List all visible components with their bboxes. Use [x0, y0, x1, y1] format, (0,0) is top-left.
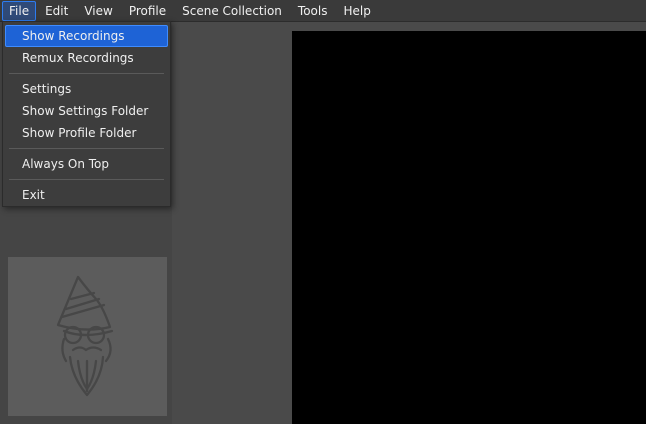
menu-help[interactable]: Help: [336, 1, 377, 21]
menu-scene-collection[interactable]: Scene Collection: [175, 1, 289, 21]
remux-recordings-menu-item[interactable]: Remux Recordings: [5, 47, 168, 69]
exit-menu-item[interactable]: Exit: [5, 184, 168, 206]
menu-edit[interactable]: Edit: [38, 1, 75, 21]
menu-view[interactable]: View: [77, 1, 119, 21]
file-dropdown-menu: Show Recordings Remux Recordings Setting…: [2, 21, 171, 207]
settings-menu-item[interactable]: Settings: [5, 78, 168, 100]
show-settings-folder-menu-item[interactable]: Show Settings Folder: [5, 100, 168, 122]
menu-bar: File Edit View Profile Scene Collection …: [0, 0, 646, 22]
obs-main-window: File Edit View Profile Scene Collection …: [0, 0, 646, 424]
menu-file[interactable]: File: [2, 0, 37, 21]
menu-profile[interactable]: Profile: [122, 1, 173, 21]
menu-tools[interactable]: Tools: [291, 1, 335, 21]
menu-separator: [9, 179, 164, 180]
menu-separator: [9, 73, 164, 74]
show-profile-folder-menu-item[interactable]: Show Profile Folder: [5, 122, 168, 144]
mascot-panel: [8, 257, 167, 416]
gnome-mascot-icon: [56, 275, 114, 397]
preview-canvas[interactable]: [292, 31, 646, 424]
show-recordings-menu-item[interactable]: Show Recordings: [5, 25, 168, 47]
always-on-top-menu-item[interactable]: Always On Top: [5, 153, 168, 175]
menu-separator: [9, 148, 164, 149]
